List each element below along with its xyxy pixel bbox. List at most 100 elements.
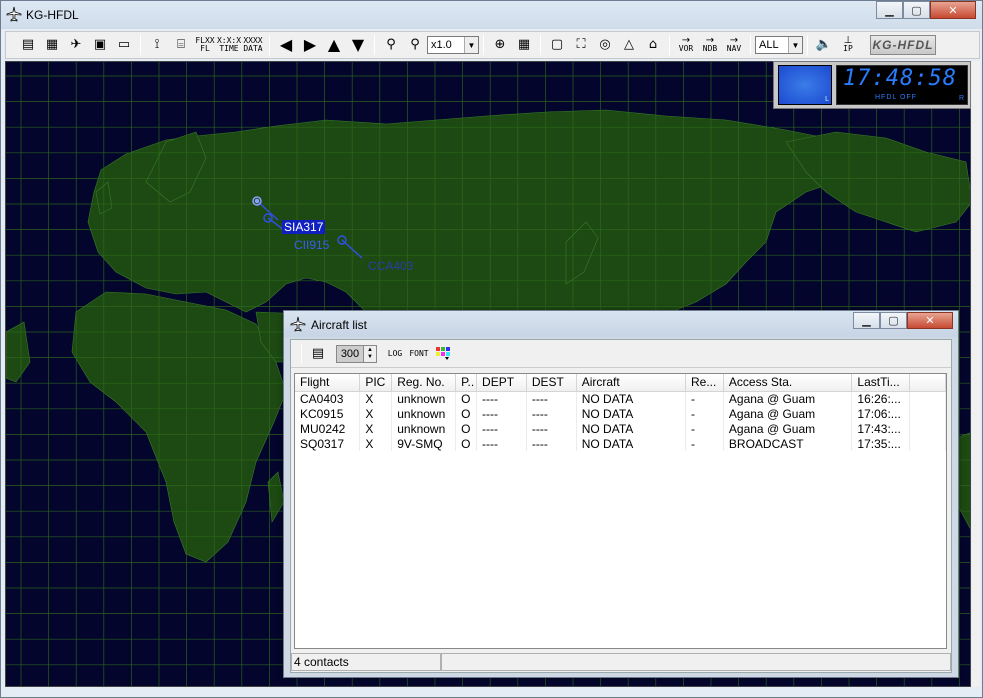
dialog-title-bar[interactable]: Aircraft list ▁ ▢ ✕	[284, 311, 958, 337]
table-cell: 17:43:...	[851, 421, 911, 436]
route-icon[interactable]: ⟟	[145, 34, 169, 56]
shirt-icon[interactable]: ⛶	[569, 34, 593, 56]
airplane-icon	[6, 6, 22, 22]
refresh-value[interactable]: 300	[336, 344, 364, 363]
table-cell: NO DATA	[576, 406, 687, 421]
table-row[interactable]: MU0242 Xunknown O ---- ---- NO DATA - Agana @ G…	[295, 421, 946, 436]
table-cell: -	[685, 421, 724, 436]
table-cell: BROADCAST	[723, 436, 853, 451]
table-cell: NO DATA	[576, 391, 687, 406]
toolbar-separator	[750, 35, 751, 55]
table-cell: ----	[526, 421, 577, 436]
list-view-icon[interactable]: ▤	[16, 34, 40, 56]
digital-clock: 17:48:58 HFDL OFF R	[836, 65, 968, 105]
column-header[interactable]: Access Sta.	[723, 374, 853, 392]
aircraft-label-sia317[interactable]: SIA317	[282, 220, 326, 234]
dialog-body: ▤ 300 ▲ ▼ LOG FONT Flight PIC Reg. No. P…	[290, 339, 952, 673]
table-cell: X	[359, 406, 393, 421]
column-header[interactable]: P..	[455, 374, 478, 392]
column-header[interactable]: LastTi...	[851, 374, 911, 392]
arrow-right-icon[interactable]: ▶	[298, 34, 322, 56]
speaker-mute-icon[interactable]: 🔈	[812, 34, 836, 56]
aircraft-view-icon[interactable]: ✈	[64, 34, 88, 56]
monitor-view-icon[interactable]: ▭	[112, 34, 136, 56]
column-header[interactable]: Reg. No.	[391, 374, 457, 392]
table-cell: 16:26:...	[851, 391, 911, 406]
font-button[interactable]: FONT	[407, 343, 431, 365]
table-header: Flight PIC Reg. No. P.. DEPT DEST Aircra…	[295, 374, 946, 392]
table-cell-filler	[909, 436, 946, 451]
nav-button[interactable]: → NAV	[722, 34, 746, 56]
toolbar-separator	[807, 35, 808, 55]
table-cell: ----	[476, 391, 527, 406]
refresh-timer-icon[interactable]: ▤	[306, 343, 330, 365]
arrow-down-icon[interactable]: ▼	[346, 34, 370, 56]
data-button[interactable]: XXXX DATA	[241, 34, 265, 56]
filter-value: ALL	[759, 39, 779, 51]
dialog-toolbar: ▤ 300 ▲ ▼ LOG FONT	[291, 340, 951, 368]
spectrum-display: L	[778, 65, 832, 105]
flight-level-button[interactable]: FLXX FL	[193, 34, 217, 56]
triangle-icon[interactable]: △	[617, 34, 641, 56]
zoom-out-icon[interactable]: ⚲	[403, 34, 427, 56]
hfdl-status: HFDL OFF	[875, 94, 917, 101]
column-header[interactable]: Aircraft	[576, 374, 687, 392]
table-cell: unknown	[391, 391, 457, 406]
zoom-select[interactable]: x1.0 ▼	[427, 36, 479, 54]
minimize-button[interactable]: ▁	[876, 1, 903, 19]
column-header[interactable]: DEST	[526, 374, 577, 392]
ip-button[interactable]: ⊥ IP	[836, 34, 860, 56]
grid-icon[interactable]: ▦	[512, 34, 536, 56]
time-button[interactable]: X:X:X TIME	[217, 34, 241, 56]
dialog-maximize-button[interactable]: ▢	[880, 312, 907, 329]
close-button[interactable]: ✕	[930, 1, 976, 19]
table-row[interactable]: KC0915 Xunknown O ---- ---- NO DATA - Agana @ G…	[295, 406, 946, 421]
filter-select[interactable]: ALL ▼	[755, 36, 803, 54]
window-title: KG-HFDL	[26, 8, 79, 22]
clock-panel: L 17:48:58 HFDL OFF R	[773, 61, 971, 109]
table-cell: O	[455, 406, 478, 421]
table-cell-filler	[909, 391, 946, 406]
vor-button[interactable]: → VOR	[674, 34, 698, 56]
message-view-icon[interactable]: ▦	[40, 34, 64, 56]
radio-icon[interactable]: ⌸	[169, 34, 193, 56]
globe-icon[interactable]: ⊕	[488, 34, 512, 56]
column-header[interactable]: Re...	[685, 374, 724, 392]
refresh-spinner[interactable]: 300 ▲ ▼	[336, 344, 377, 363]
toolbar-separator	[301, 343, 302, 364]
table-cell: 17:35:...	[851, 436, 911, 451]
table-cell: CA0403	[295, 391, 361, 406]
aircraft-label-cca403[interactable]: CCA403	[368, 259, 413, 273]
column-header[interactable]: PIC	[359, 374, 393, 392]
spinner-buttons[interactable]: ▲ ▼	[364, 344, 377, 363]
basket-icon[interactable]: ⌂	[641, 34, 665, 56]
color-grid-icon[interactable]	[431, 343, 455, 365]
dialog-close-button[interactable]: ✕	[907, 312, 953, 329]
maximize-button[interactable]: ▢	[903, 1, 930, 19]
aircraft-label-cii915[interactable]: CII915	[294, 238, 329, 252]
table-cell: -	[685, 436, 724, 451]
table-row[interactable]: SQ0317 X 9V-SMQ O ---- ---- NO DATA - BROADCAST 1…	[295, 436, 946, 451]
dialog-minimize-button[interactable]: ▁	[853, 312, 880, 329]
table-cell-filler	[909, 421, 946, 436]
arrow-up-icon[interactable]: ▲	[322, 34, 346, 56]
table-row[interactable]: CA0403 Xunknown O ---- ---- NO DATA - Agana @ G…	[295, 391, 946, 406]
ndb-button[interactable]: → NDB	[698, 34, 722, 56]
chevron-down-icon: ▼	[464, 37, 478, 53]
column-header[interactable]: DEPT	[476, 374, 527, 392]
table-cell: O	[455, 436, 478, 451]
chevron-down-icon: ▼	[788, 37, 802, 53]
window-controls: ▁ ▢ ✕	[876, 1, 976, 21]
frame-icon[interactable]: ▢	[545, 34, 569, 56]
zoom-in-icon[interactable]: ⚲	[379, 34, 403, 56]
arrow-left-icon[interactable]: ◀	[274, 34, 298, 56]
column-header[interactable]: Flight	[295, 374, 361, 392]
target-icon[interactable]: ◎	[593, 34, 617, 56]
toolbar-separator	[540, 35, 541, 55]
log-button[interactable]: LOG	[383, 343, 407, 365]
table-cell: unknown	[391, 421, 457, 436]
edit-view-icon[interactable]: ▣	[88, 34, 112, 56]
table-cell: KC0915	[295, 406, 361, 421]
table-cell: NO DATA	[576, 421, 687, 436]
table-cell: O	[455, 421, 478, 436]
